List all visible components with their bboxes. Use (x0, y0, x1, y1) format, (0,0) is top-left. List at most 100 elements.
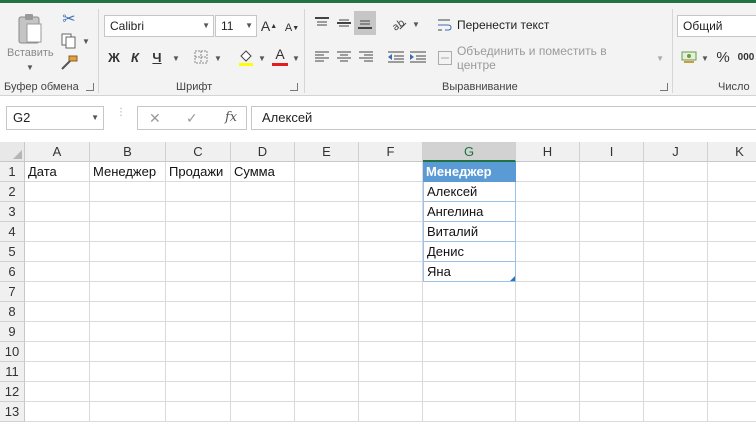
row-header-10[interactable]: 10 (0, 342, 25, 362)
paste-dropdown-arrow[interactable]: ▼ (26, 63, 34, 72)
accounting-dropdown-arrow[interactable]: ▼ (701, 54, 709, 63)
grid-cell[interactable] (359, 342, 423, 362)
grid-cell[interactable] (166, 282, 231, 302)
grid-cell[interactable] (423, 362, 516, 382)
table-header-cell[interactable]: Менеджер (423, 162, 516, 182)
column-header-i[interactable]: I (580, 142, 644, 162)
wrap-text-button[interactable]: Перенести текст (438, 15, 558, 35)
grid-cell[interactable] (708, 202, 756, 222)
row-header-9[interactable]: 9 (0, 322, 25, 342)
alignment-dialog-launcher[interactable] (660, 83, 668, 91)
italic-button[interactable]: К (126, 47, 144, 67)
grid-cell[interactable] (644, 162, 708, 182)
grid-cell[interactable] (423, 302, 516, 322)
grid-cell[interactable] (644, 382, 708, 402)
grid-cell[interactable] (231, 282, 295, 302)
row-header-1[interactable]: 1 (0, 162, 25, 182)
align-right-button[interactable] (356, 47, 376, 67)
grid-cell[interactable] (295, 302, 359, 322)
grid-cell[interactable] (166, 182, 231, 202)
grid-cell[interactable] (231, 302, 295, 322)
align-center-button[interactable] (334, 47, 354, 67)
paste-label[interactable]: Вставить (7, 47, 54, 59)
formula-bar-splitter[interactable]: ⋮ (116, 108, 126, 126)
grid-cell[interactable] (25, 402, 90, 422)
grid-cell[interactable] (166, 202, 231, 222)
borders-button[interactable] (192, 48, 210, 66)
grid-cell[interactable] (25, 282, 90, 302)
grid-cell[interactable] (359, 162, 423, 182)
grid-cell[interactable] (708, 362, 756, 382)
grid-cell[interactable] (90, 342, 166, 362)
grid-cell[interactable] (644, 402, 708, 422)
grid-cell[interactable] (359, 222, 423, 242)
grid-cell[interactable] (644, 222, 708, 242)
grid-cell[interactable] (516, 342, 580, 362)
borders-dropdown-arrow[interactable]: ▼ (214, 54, 222, 63)
grid-cell[interactable] (231, 362, 295, 382)
orientation-dropdown-arrow[interactable]: ▼ (412, 20, 420, 29)
grid-cell[interactable] (580, 382, 644, 402)
grid-cell[interactable] (516, 402, 580, 422)
cell-a1[interactable]: Дата (25, 162, 90, 182)
bold-button[interactable]: Ж (105, 47, 123, 67)
row-header-2[interactable]: 2 (0, 182, 25, 202)
grid-cell[interactable] (359, 182, 423, 202)
grid-cell[interactable] (231, 322, 295, 342)
grid-cell[interactable] (423, 322, 516, 342)
grid-cell[interactable] (25, 302, 90, 322)
grid-cell[interactable] (708, 402, 756, 422)
grid-cell[interactable] (516, 202, 580, 222)
decrease-indent-button[interactable] (386, 47, 406, 67)
enter-icon[interactable]: ✓ (186, 107, 198, 129)
grid-cell[interactable] (231, 262, 295, 282)
grid-cell[interactable] (359, 362, 423, 382)
grid-cell[interactable] (644, 262, 708, 282)
align-top-button[interactable] (312, 13, 332, 33)
grid-cell[interactable] (580, 342, 644, 362)
grid-cell[interactable] (708, 302, 756, 322)
grid-cell[interactable] (516, 282, 580, 302)
grid-cell[interactable] (90, 322, 166, 342)
grid-cell[interactable] (90, 222, 166, 242)
grid-cell[interactable] (644, 242, 708, 262)
grid-cell[interactable] (166, 362, 231, 382)
font-color-button[interactable]: A (270, 45, 290, 67)
font-name-combo[interactable]: Calibri ▼ (104, 15, 214, 37)
grid-cell[interactable] (231, 382, 295, 402)
grid-cell[interactable] (423, 402, 516, 422)
column-header-a[interactable]: A (25, 142, 90, 162)
grid-cell[interactable] (580, 242, 644, 262)
increase-indent-button[interactable] (408, 47, 428, 67)
align-middle-button[interactable] (334, 13, 354, 33)
column-header-k[interactable]: K (708, 142, 756, 162)
table-cell-g6[interactable]: Яна (423, 262, 516, 282)
formula-input[interactable]: Алексей (251, 106, 756, 130)
grid-cell[interactable] (166, 382, 231, 402)
fill-color-button[interactable] (236, 47, 256, 67)
grid-cell[interactable] (25, 342, 90, 362)
grid-cell[interactable] (25, 182, 90, 202)
row-header-13[interactable]: 13 (0, 402, 25, 422)
grid-cell[interactable] (25, 222, 90, 242)
grid-cell[interactable] (423, 342, 516, 362)
grid-cell[interactable] (708, 162, 756, 182)
grid-cell[interactable] (90, 402, 166, 422)
grid-cell[interactable] (644, 342, 708, 362)
grid-cell[interactable] (166, 322, 231, 342)
column-header-h[interactable]: H (516, 142, 580, 162)
grid-cell[interactable] (359, 202, 423, 222)
grid-cell[interactable] (90, 362, 166, 382)
grid-cell[interactable] (90, 282, 166, 302)
grid-cell[interactable] (90, 242, 166, 262)
merge-center-button[interactable]: Объединить и поместить в центре ▼ (438, 44, 664, 72)
grid-cell[interactable] (516, 222, 580, 242)
chevron-down-icon[interactable]: ▼ (91, 107, 99, 129)
column-header-f[interactable]: F (359, 142, 423, 162)
grid-cell[interactable] (231, 202, 295, 222)
percent-style-button[interactable]: % (713, 47, 733, 67)
grid-cell[interactable] (580, 222, 644, 242)
grid-cell[interactable] (166, 262, 231, 282)
insert-function-icon[interactable]: fx (225, 107, 237, 129)
grid-cell[interactable] (644, 182, 708, 202)
